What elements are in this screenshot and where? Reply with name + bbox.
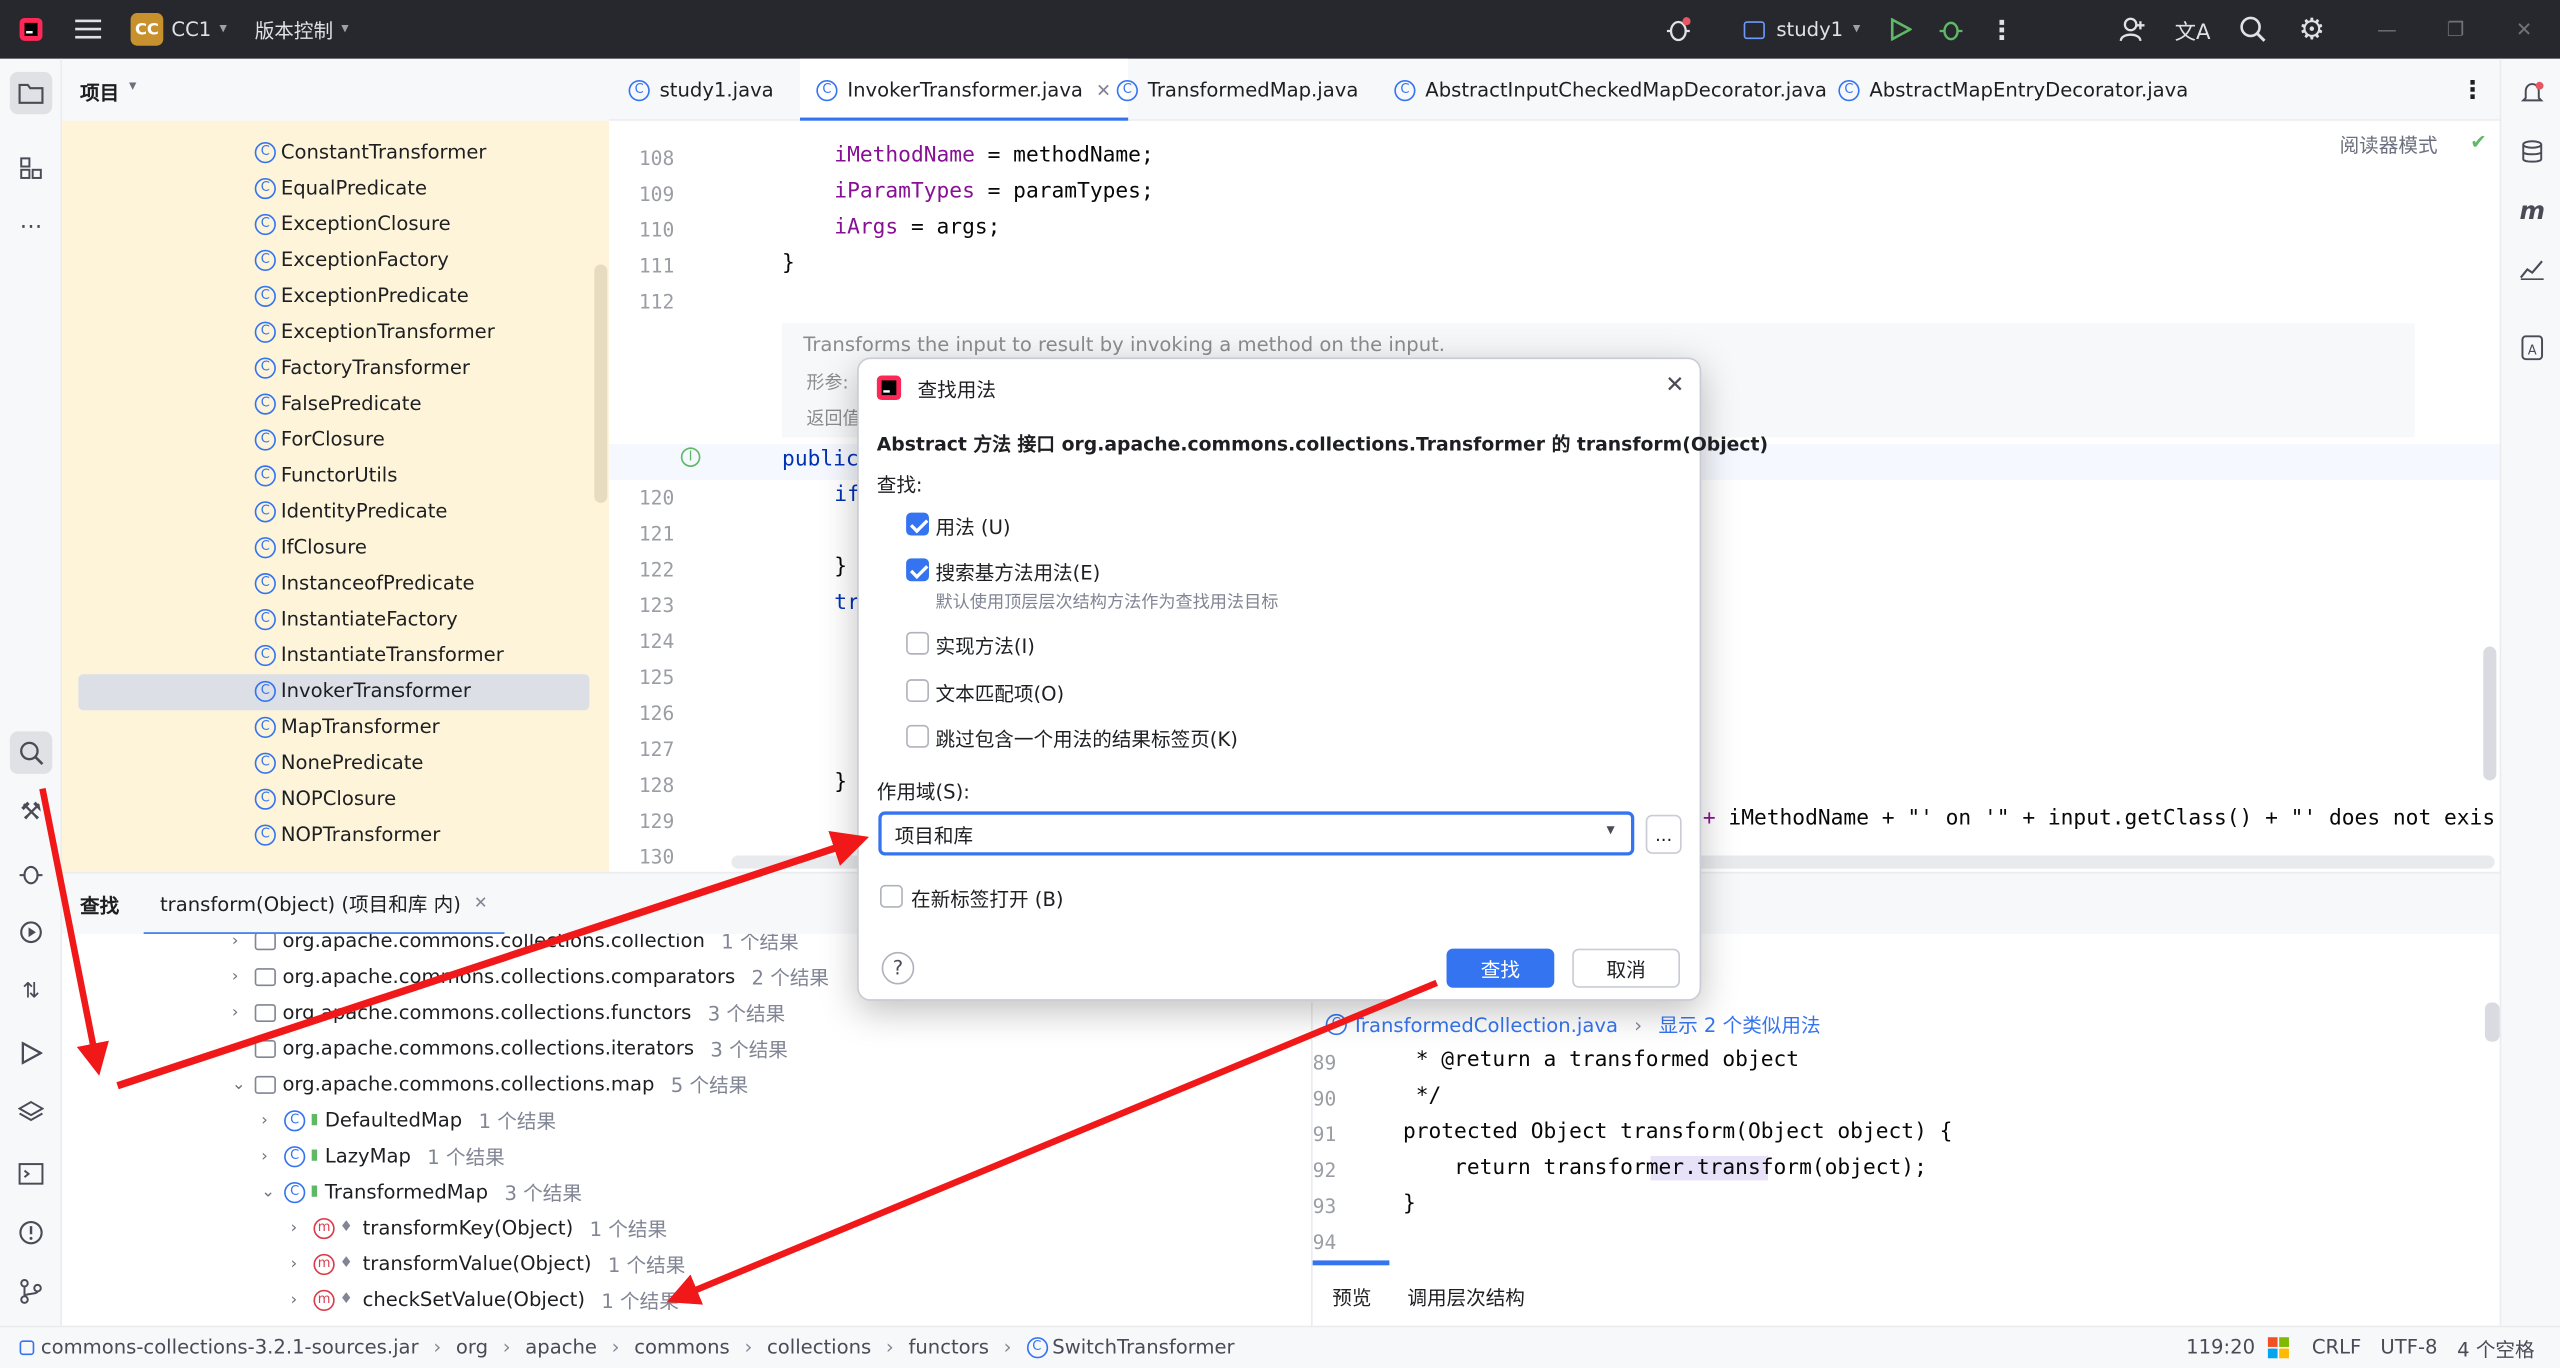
arrow-to-result (666, 979, 1438, 1305)
annotation-arrows (39, 787, 1438, 1305)
arrow-to-settings (39, 787, 109, 1076)
ide-window: CC CC1 ▾ 版本控制 ▾ study1 ▾ ⋮ 文A ⚙ — ❐ ✕ ⋯ … (0, 0, 2560, 1368)
arrow-to-scope (116, 830, 870, 1090)
